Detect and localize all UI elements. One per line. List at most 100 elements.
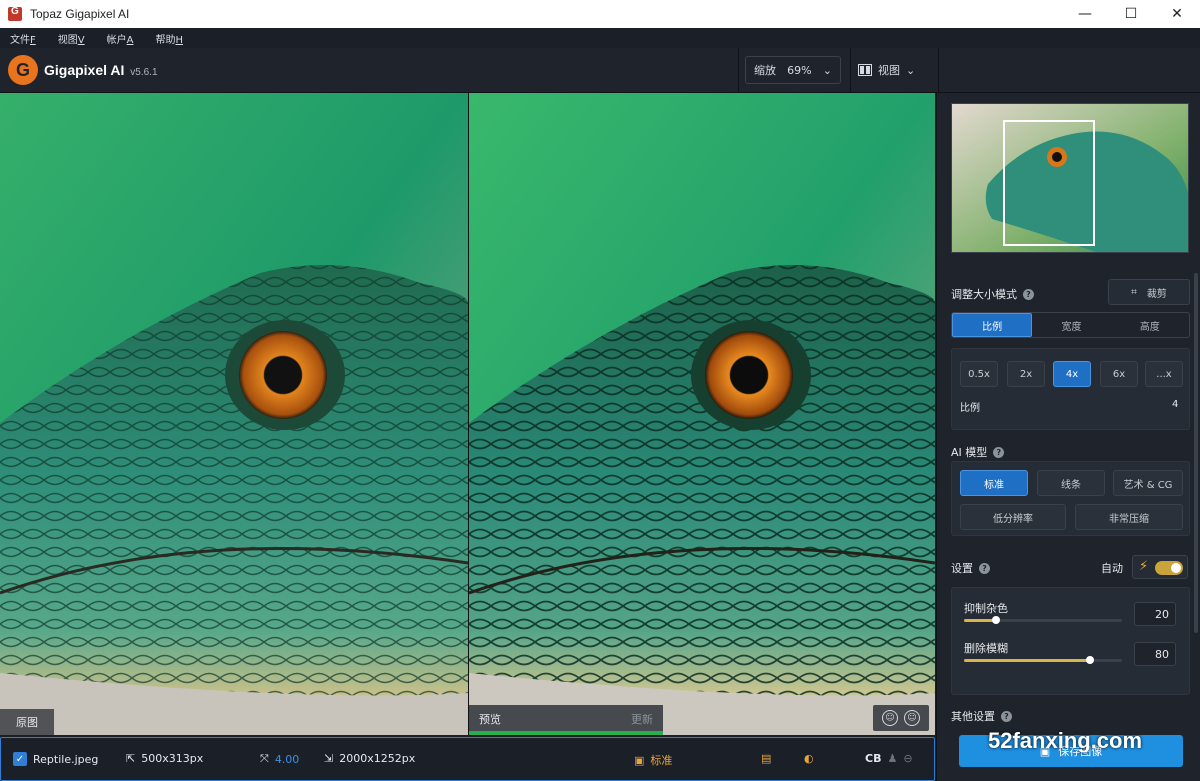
menu-help[interactable]: 帮助H [155,31,183,46]
menu-account[interactable]: 帐户A [107,31,134,46]
minimize-button[interactable]: — [1062,0,1108,28]
crop-button[interactable]: ⌗ 裁剪 [1108,279,1190,305]
model-art-cg-button[interactable]: 艺术 & CG [1113,470,1183,496]
original-image-pane[interactable]: 原图 [0,93,468,735]
blur-slider-fill [964,659,1091,662]
model-icon: ▣ [634,753,645,767]
output-size: 2000x1252px [339,752,416,765]
lizard-original-image [0,93,468,735]
window-title: Topaz Gigapixel AI [30,7,130,21]
face-tools: ☺ ☺ [873,705,929,731]
image-checkbox[interactable]: ✓ [13,752,27,766]
app-brand: Gigapixel AI v5.6.1 [44,62,158,78]
resize-mode-tabs: 比例 宽度 高度 [951,312,1190,338]
tab-width[interactable]: 宽度 [1032,313,1110,337]
sharpen-icon: ◐ [804,752,814,765]
scale-6x-button[interactable]: 6x [1100,361,1138,387]
preview-status-bar: 预览 更新 [469,705,663,735]
preview-label: 预览 [479,713,501,726]
settings-card: 抑制杂色 20 删除模糊 80 [951,587,1190,695]
close-button[interactable]: ✕ [1154,0,1200,28]
help-icon[interactable]: ? [993,446,1005,458]
view-label: 视图 [878,64,900,77]
scale-value: 4.00 [274,752,300,766]
scale-2x-button[interactable]: 2x [1007,361,1045,387]
auto-toggle[interactable]: ⚡ [1132,555,1188,579]
scale-label: 比例 [960,403,980,414]
remove-icon[interactable]: ⊖ [903,752,912,765]
help-icon[interactable]: ? [979,562,990,574]
blur-slider-knob[interactable] [1086,656,1095,664]
menu-bar: 文件F 视图V 帐户A 帮助H [0,28,1200,48]
output-size-icon: ⇲ [324,752,334,765]
tab-scale[interactable]: 比例 [952,313,1033,337]
chevron-down-icon: ⌄ [906,63,916,77]
zoom-value: 69% [787,63,812,77]
preview-image-pane[interactable]: 预览 更新 ☺ ☺ [469,93,935,735]
settings-sidebar: 调整大小模式 ? ⌗ 裁剪 比例 宽度 高度 0.5x 2x 4x 6x ...… [936,93,1200,781]
app-header: Gigapixel AI v5.6.1 缩放 69% ⌄ 视图 ⌄ [0,48,1200,93]
ai-model-title: AI 模型 [951,446,988,459]
other-settings-title: 其他设置 [951,710,995,723]
input-size-icon: ⇱ [126,752,136,765]
input-size: 500x313px [141,752,204,765]
tab-height[interactable]: 高度 [1111,313,1189,337]
model-name: 标准 [650,754,673,767]
blur-slider[interactable] [964,656,1122,664]
noise-slider-knob[interactable] [991,616,1000,624]
auto-label: 自动 [1101,562,1123,575]
noise-value-input[interactable]: 20 [1134,602,1176,626]
color-balance-label: CB [865,752,882,765]
ai-model-card: 标准 线条 艺术 & CG 低分辨率 非常压缩 [951,461,1190,536]
model-very-compressed-button[interactable]: 非常压缩 [1075,504,1183,530]
navigator-thumbnail[interactable] [951,103,1189,253]
maximize-button[interactable]: ☐ [1108,0,1154,28]
zoom-label: 缩放 [754,64,776,77]
title-bar: Topaz Gigapixel AI — ☐ ✕ [0,0,1200,28]
file-name: Reptile.jpeg [33,752,99,766]
resize-mode-title: 调整大小模式 [951,288,1017,301]
model-standard-button[interactable]: 标准 [960,470,1028,496]
model-lines-button[interactable]: 线条 [1037,470,1105,496]
menu-file[interactable]: 文件F [10,31,36,46]
update-button[interactable]: 更新 [631,711,653,727]
scale-4x-button[interactable]: 4x [1053,361,1091,387]
header-divider [850,48,851,93]
scale-card: 0.5x 2x 4x 6x ...x 比例 4 [951,348,1190,430]
app-icon [8,6,22,21]
image-status-bar[interactable]: ✓ Reptile.jpeg ⇱ 500x313px ⤧ 4.00 ⇲ 2000… [0,737,935,781]
face-settings-icon[interactable]: ☺ [904,710,920,726]
help-icon[interactable]: ? [1023,288,1034,300]
settings-title: 设置 [951,562,973,575]
header-divider [938,48,939,93]
face-detect-icon[interactable]: ☺ [882,710,898,726]
preview-progress [469,731,663,735]
sidebar-scrollbar[interactable] [1194,273,1198,633]
split-view-icon [858,64,872,76]
header-divider [738,48,739,93]
blur-value-input[interactable]: 80 [1134,642,1176,666]
navigator-viewport[interactable] [1003,120,1095,246]
lizard-preview-image [469,93,935,735]
crop-icon: ⌗ [1131,286,1137,298]
view-dropdown[interactable]: 视图 ⌄ [858,56,930,84]
scale-0.5x-button[interactable]: 0.5x [960,361,998,387]
toggle-switch [1155,561,1183,575]
blur-label: 删除模糊 [964,642,1008,655]
noise-slider[interactable] [964,616,1122,624]
original-label: 原图 [0,709,54,735]
scale-custom-button[interactable]: ...x [1145,361,1183,387]
chevron-down-icon: ⌄ [822,63,832,77]
scale-value-display: 4 [1172,399,1179,410]
face-icon: ♟ [887,752,898,765]
zoom-dropdown[interactable]: 缩放 69% ⌄ [745,56,841,84]
lightning-icon: ⚡ [1139,559,1149,574]
scale-icon: ⤧ [260,752,269,765]
denoise-icon: ▤ [761,752,772,765]
model-low-res-button[interactable]: 低分辨率 [960,504,1066,530]
menu-view[interactable]: 视图V [58,31,85,46]
app-window: Topaz Gigapixel AI — ☐ ✕ 文件F 视图V 帐户A 帮助H… [0,0,1200,781]
topaz-logo-icon [8,55,38,85]
help-icon[interactable]: ? [1001,710,1012,722]
noise-label: 抑制杂色 [964,602,1008,615]
